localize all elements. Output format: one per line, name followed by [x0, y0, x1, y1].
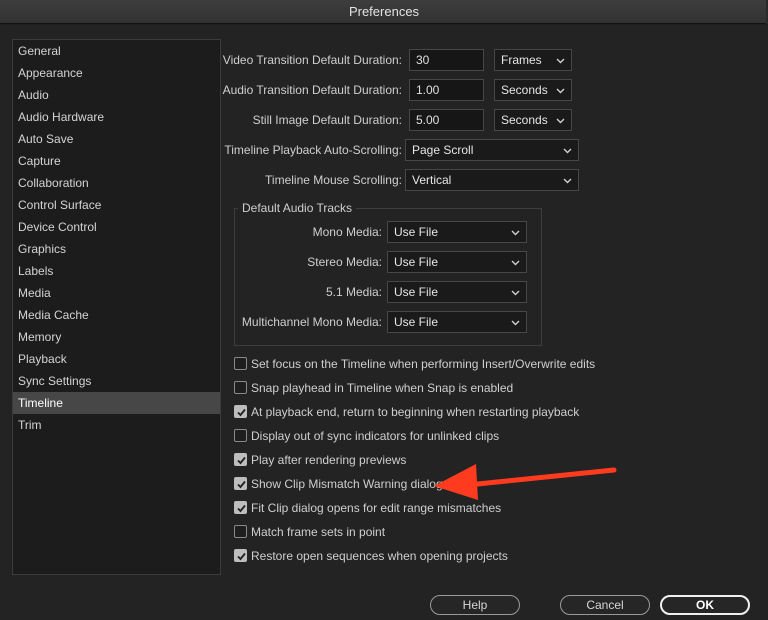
sidebar-list: General Appearance Audio Audio Hardware Auto… — [13, 40, 220, 436]
sidebar-item-trim[interactable]: Trim — [13, 414, 220, 436]
ok-button[interactable]: OK — [660, 595, 750, 615]
option-row[interactable]: Snap playhead in Timeline when Snap is e… — [234, 379, 594, 397]
chevron-down-icon — [511, 320, 520, 326]
chevron-down-icon — [556, 58, 565, 64]
chevron-down-icon — [511, 290, 520, 296]
sidebar-item-memory[interactable]: Memory — [13, 326, 220, 348]
video-transition-unit-dropdown[interactable]: Frames — [494, 49, 572, 71]
chevron-down-icon — [563, 178, 572, 184]
stereo-media-dropdown[interactable]: Use File — [387, 251, 527, 273]
audio-transition-duration-field[interactable]: 1.00 — [409, 79, 484, 101]
mono-media-dropdown[interactable]: Use File — [387, 221, 527, 243]
stereo-media-label: Stereo Media: — [307, 255, 382, 269]
audio-transition-unit-value: Seconds — [501, 83, 548, 97]
checkbox[interactable] — [234, 453, 247, 466]
option-label: Play after rendering previews — [251, 453, 407, 467]
sidebar-item-playback[interactable]: Playback — [13, 348, 220, 370]
preferences-sidebar: General Appearance Audio Audio Hardware Auto… — [12, 39, 221, 575]
stereo-media-value: Use File — [394, 255, 439, 269]
checkmark-icon — [237, 408, 246, 417]
surround-media-dropdown[interactable]: Use File — [387, 281, 527, 303]
chevron-down-icon — [556, 88, 565, 94]
surround-media-label: 5.1 Media: — [325, 285, 382, 299]
checkmark-icon — [237, 456, 246, 465]
default-audio-tracks-title: Default Audio Tracks — [238, 201, 357, 215]
mono-media-label: Mono Media: — [312, 225, 382, 239]
cancel-button[interactable]: Cancel — [560, 595, 650, 615]
mono-media-value: Use File — [394, 225, 439, 239]
option-label: At playback end, return to beginning whe… — [251, 405, 580, 419]
sidebar-item-graphics[interactable]: Graphics — [13, 238, 220, 260]
video-transition-unit-value: Frames — [501, 53, 542, 67]
sidebar-item-audio[interactable]: Audio — [13, 84, 220, 106]
option-label: Show Clip Mismatch Warning dialog — [251, 477, 443, 491]
multichannel-media-value: Use File — [394, 315, 439, 329]
help-button[interactable]: Help — [430, 595, 520, 615]
checkbox[interactable] — [234, 549, 247, 562]
sidebar-item-sync-settings[interactable]: Sync Settings — [13, 370, 220, 392]
option-row[interactable]: Match frame sets in point — [234, 523, 594, 541]
playback-scrolling-label: Timeline Playback Auto-Scrolling: — [224, 143, 402, 157]
option-label: Display out of sync indicators for unlin… — [251, 429, 500, 443]
option-row[interactable]: Show Clip Mismatch Warning dialog — [234, 475, 594, 493]
still-image-label: Still Image Default Duration: — [252, 113, 402, 127]
sidebar-item-timeline[interactable]: Timeline — [13, 392, 220, 414]
still-image-unit-value: Seconds — [501, 113, 548, 127]
checkbox[interactable] — [234, 357, 247, 370]
chevron-down-icon — [563, 148, 572, 154]
option-row[interactable]: Display out of sync indicators for unlin… — [234, 427, 594, 445]
checkbox[interactable] — [234, 429, 247, 442]
multichannel-media-label: Multichannel Mono Media: — [241, 315, 382, 329]
option-label: Match frame sets in point — [251, 525, 386, 539]
sidebar-item-auto-save[interactable]: Auto Save — [13, 128, 220, 150]
mouse-scrolling-label: Timeline Mouse Scrolling: — [265, 173, 402, 187]
checkmark-icon — [237, 552, 246, 561]
sidebar-item-media-cache[interactable]: Media Cache — [13, 304, 220, 326]
sidebar-item-appearance[interactable]: Appearance — [13, 62, 220, 84]
sidebar-item-labels[interactable]: Labels — [13, 260, 220, 282]
mouse-scrolling-dropdown[interactable]: Vertical — [405, 169, 579, 191]
checkbox[interactable] — [234, 477, 247, 490]
playback-scrolling-value: Page Scroll — [412, 143, 474, 157]
video-transition-duration-field[interactable]: 30 — [409, 49, 484, 71]
audio-transition-label: Audio Transition Default Duration: — [222, 83, 402, 97]
multichannel-media-dropdown[interactable]: Use File — [387, 311, 527, 333]
checkbox[interactable] — [234, 381, 247, 394]
checkbox[interactable] — [234, 501, 247, 514]
option-row[interactable]: Fit Clip dialog opens for edit range mis… — [234, 499, 594, 517]
option-label: Fit Clip dialog opens for edit range mis… — [251, 501, 502, 515]
sidebar-item-capture[interactable]: Capture — [13, 150, 220, 172]
surround-media-value: Use File — [394, 285, 439, 299]
still-image-unit-dropdown[interactable]: Seconds — [494, 109, 572, 131]
chevron-down-icon — [511, 230, 520, 236]
option-row[interactable]: Play after rendering previews — [234, 451, 594, 469]
chevron-down-icon — [511, 260, 520, 266]
sidebar-item-collaboration[interactable]: Collaboration — [13, 172, 220, 194]
checkbox[interactable] — [234, 405, 247, 418]
chevron-down-icon — [556, 118, 565, 124]
sidebar-item-media[interactable]: Media — [13, 282, 220, 304]
sidebar-item-control-surface[interactable]: Control Surface — [13, 194, 220, 216]
option-row[interactable]: Set focus on the Timeline when performin… — [234, 355, 596, 373]
sidebar-item-audio-hardware[interactable]: Audio Hardware — [13, 106, 220, 128]
sidebar-item-device-control[interactable]: Device Control — [13, 216, 220, 238]
checkbox[interactable] — [234, 525, 247, 538]
option-label: Set focus on the Timeline when performin… — [251, 357, 596, 371]
sidebar-item-general[interactable]: General — [13, 40, 220, 62]
option-row[interactable]: At playback end, return to beginning whe… — [234, 403, 594, 421]
checkmark-icon — [237, 480, 246, 489]
option-label: Restore open sequences when opening proj… — [251, 549, 508, 563]
audio-transition-unit-dropdown[interactable]: Seconds — [494, 79, 572, 101]
option-label: Snap playhead in Timeline when Snap is e… — [251, 381, 514, 395]
still-image-duration-field[interactable]: 5.00 — [409, 109, 484, 131]
option-row[interactable]: Restore open sequences when opening proj… — [234, 547, 594, 565]
mouse-scrolling-value: Vertical — [412, 173, 452, 187]
checkmark-icon — [237, 504, 246, 513]
video-transition-label: Video Transition Default Duration: — [222, 53, 402, 67]
playback-scrolling-dropdown[interactable]: Page Scroll — [405, 139, 579, 161]
